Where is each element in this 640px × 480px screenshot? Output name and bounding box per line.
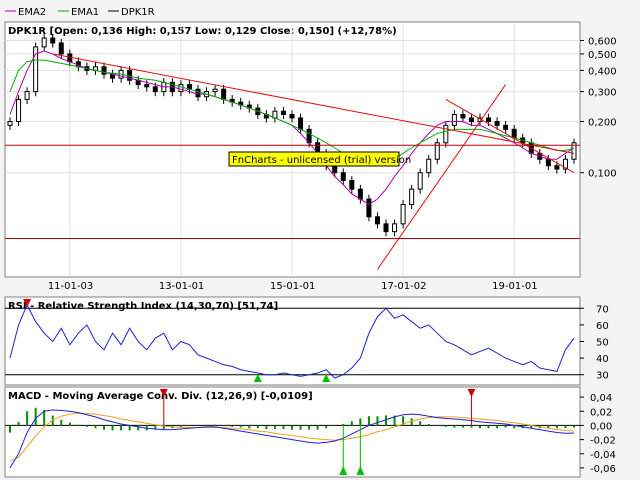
macd-y-tick-label: 0,02 — [590, 407, 612, 418]
chart-svg: EMA2 EMA1 DPK1R DPK1R [Open: 0,136 High:… — [4, 7, 617, 478]
price-x-tick-label: 17-01-02 — [381, 281, 426, 292]
candle-body — [195, 88, 201, 98]
candle-body — [451, 114, 457, 126]
candle-body — [212, 88, 218, 93]
macd-y-tick-label: -0,06 — [590, 464, 616, 475]
legend-ema2-label: EMA2 — [18, 7, 46, 18]
legend: EMA2 EMA1 DPK1R — [5, 7, 155, 18]
candle-body — [400, 203, 406, 225]
candle-body — [486, 117, 492, 123]
candle-body — [554, 165, 560, 170]
candle-body — [221, 88, 227, 100]
candle-body — [349, 179, 355, 190]
candle-body — [494, 121, 500, 126]
candle-body — [443, 124, 449, 144]
candle-body — [545, 158, 551, 167]
legend-dpk1r-label: DPK1R — [121, 7, 155, 18]
price-y-tick-label: 0,400 — [588, 66, 617, 77]
candle-body — [366, 198, 372, 218]
candle-body — [511, 128, 517, 139]
candle-body — [383, 223, 389, 233]
price-y-tick-label: 0,100 — [588, 169, 617, 180]
legend-ema1-label: EMA1 — [71, 7, 99, 18]
candle-body — [409, 188, 415, 205]
candle-body — [144, 84, 150, 88]
rsi-y-tick-label: 70 — [596, 304, 609, 315]
candle-body — [289, 114, 295, 119]
price-y-tick-label: 0,200 — [588, 118, 617, 129]
candle-body — [460, 114, 466, 119]
candle-body — [392, 223, 398, 233]
candle-body — [417, 172, 423, 190]
candle-body — [426, 158, 432, 174]
watermark-text: FnCharts - unlicensed (trial) version — [232, 155, 411, 166]
rsi-y-tick-label: 60 — [596, 321, 609, 332]
macd-y-tick-label: -0,04 — [590, 450, 616, 461]
price-x-tick-label: 19-01-01 — [492, 281, 537, 292]
candle-body — [340, 172, 346, 181]
macd-y-tick-label: 0,00 — [590, 421, 612, 432]
macd-y-tick-label: -0,02 — [590, 436, 616, 447]
rsi-y-tick-label: 30 — [596, 371, 609, 382]
candle-body — [16, 98, 22, 123]
price-chart-title: DPK1R [Open: 0,136 High: 0,157 Low: 0,12… — [8, 26, 397, 37]
candle-body — [178, 84, 184, 93]
watermark: FnCharts - unlicensed (trial) version — [228, 151, 411, 167]
candle-body — [7, 121, 13, 126]
candle-body — [41, 37, 47, 48]
candle-body — [468, 117, 474, 123]
candle-body — [298, 117, 304, 130]
candle-body — [503, 124, 509, 130]
price-x-tick-label: 11-01-03 — [48, 281, 93, 292]
candle-body — [374, 216, 380, 225]
rsi-chart-title: RSI - Relative Strength Index (14,30,70)… — [8, 301, 278, 312]
macd-y-tick-label: 0,04 — [590, 393, 612, 404]
candle-body — [152, 86, 158, 93]
candle-body — [50, 37, 56, 44]
candle-body — [357, 188, 363, 200]
macd-chart-title: MACD - Moving Average Conv. Div. (12,26,… — [8, 391, 313, 402]
price-y-tick-label: 0,600 — [588, 36, 617, 47]
candle-body — [332, 165, 338, 174]
rsi-y-tick-label: 40 — [596, 354, 609, 365]
price-x-tick-label: 13-01-01 — [159, 281, 204, 292]
chart-window: EMA2 EMA1 DPK1R DPK1R [Open: 0,136 High:… — [0, 0, 640, 480]
candle-body — [58, 42, 64, 55]
candle-body — [280, 110, 286, 116]
candle-body — [24, 91, 30, 100]
price-y-tick-label: 0,500 — [588, 50, 617, 61]
price-x-tick-label: 15-01-01 — [270, 281, 315, 292]
rsi-y-tick-label: 50 — [596, 338, 609, 349]
price-y-tick-label: 0,300 — [588, 88, 617, 99]
